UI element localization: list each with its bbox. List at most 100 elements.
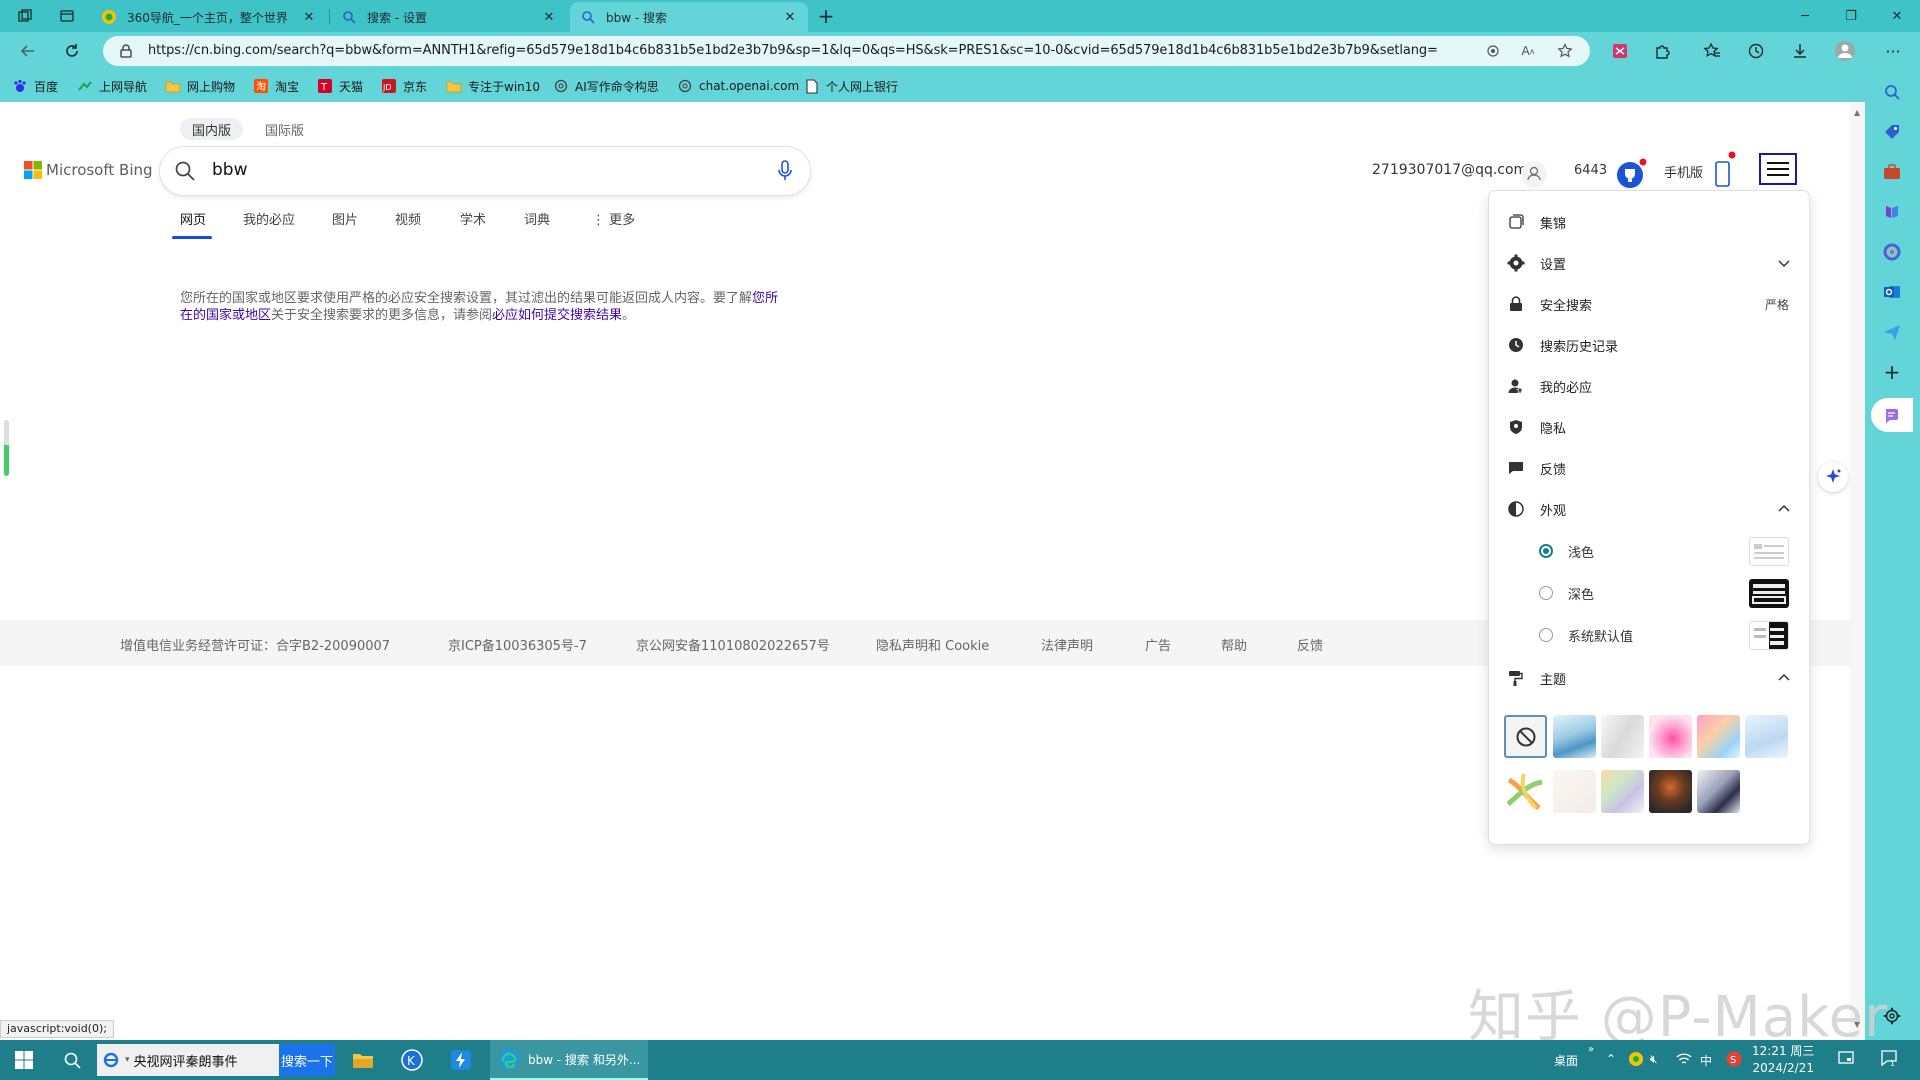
menu-item-my-bing[interactable]: 我的必应 (1489, 369, 1809, 403)
search-input[interactable]: bbw (212, 160, 248, 180)
kugou-icon[interactable]: K (392, 1044, 432, 1076)
close-icon[interactable]: ✕ (541, 9, 557, 25)
taskbar-search-text[interactable]: 央视网评秦朗事件 (134, 1051, 238, 1070)
toolbar-expand-icon[interactable]: » (1588, 1044, 1594, 1055)
notification-center-icon[interactable]: 1 (1880, 1049, 1898, 1067)
sidebar-games-icon[interactable] (1878, 198, 1906, 226)
fav-nav[interactable]: 上网导航 (77, 76, 147, 96)
theme-confetti[interactable] (1553, 770, 1596, 813)
copilot-sparkle-icon[interactable] (1818, 462, 1848, 492)
scope-more[interactable]: ⋮ 更多 (592, 209, 635, 228)
taskbar-edge-window[interactable]: bbw - 搜索 和另外... (490, 1040, 648, 1080)
theme-game-character[interactable] (1649, 770, 1692, 813)
menu-item-privacy[interactable]: 隐私 (1489, 410, 1809, 444)
tab-360-nav[interactable]: 360导航_一个主页，整个世界 ✕ (91, 2, 327, 32)
window-close-button[interactable]: ✕ (1874, 0, 1920, 32)
fav-ai-writing[interactable]: AI写作命令构思 (553, 76, 659, 96)
dropdown-caret-icon[interactable]: ▾ (125, 1055, 130, 1065)
desktop-toolbar-label[interactable]: 桌面 (1554, 1052, 1578, 1069)
appearance-option-light[interactable]: 浅色 (1489, 534, 1809, 568)
back-button[interactable] (13, 37, 43, 65)
ime-indicator[interactable]: 中 (1700, 1052, 1712, 1069)
fav-win10[interactable]: 专注于win10 (446, 76, 540, 96)
appearance-option-dark[interactable]: 深色 (1489, 576, 1809, 610)
menu-item-theme[interactable]: 主题 (1489, 661, 1809, 695)
url-text[interactable]: https://cn.bing.com/search?q=bbw&form=AN… (148, 43, 1438, 58)
rewards-trophy-icon[interactable] (1614, 157, 1648, 191)
scope-my-bing[interactable]: 我的必应 (243, 209, 295, 228)
extensions-puzzle-icon[interactable] (1648, 37, 1678, 65)
footer-legal[interactable]: 法律声明 (1041, 635, 1093, 654)
file-explorer-icon[interactable] (343, 1044, 383, 1076)
tab-search-settings[interactable]: 搜索 - 设置 ✕ (331, 2, 567, 32)
profile-avatar-icon[interactable] (1830, 37, 1860, 65)
fav-shopping[interactable]: 网上购物 (165, 76, 235, 96)
menu-item-feedback[interactable]: 反馈 (1489, 451, 1809, 485)
page-scrollbar[interactable]: ▲ ▼ (1850, 102, 1865, 1040)
search-box[interactable]: bbw (160, 147, 810, 195)
menu-item-search-history[interactable]: 搜索历史记录 (1489, 328, 1809, 362)
fav-taobao[interactable]: 淘淘宝 (253, 76, 299, 96)
footer-privacy[interactable]: 隐私声明和 Cookie (876, 635, 989, 654)
search-icon[interactable] (174, 160, 196, 182)
radio-dark[interactable] (1539, 586, 1553, 600)
account-email[interactable]: 2719307017@qq.com (1372, 162, 1527, 178)
location-icon[interactable] (1482, 41, 1504, 61)
footer-feedback[interactable]: 反馈 (1297, 635, 1323, 654)
scope-academic[interactable]: 学术 (460, 209, 486, 228)
taskbar-search-input[interactable]: ▾ 央视网评秦朗事件 (97, 1044, 279, 1076)
tray-360-icon[interactable] (1628, 1051, 1644, 1067)
menu-item-safesearch[interactable]: 安全搜索 严格 (1489, 287, 1809, 321)
scroll-up-icon[interactable]: ▲ (1854, 108, 1860, 117)
sidebar-outlook-icon[interactable] (1878, 278, 1906, 306)
scope-videos[interactable]: 视频 (395, 209, 421, 228)
theme-waves[interactable] (1553, 715, 1596, 758)
chevron-down-icon[interactable] (1777, 256, 1791, 270)
history-icon[interactable] (1741, 37, 1771, 65)
sidebar-m365-icon[interactable] (1878, 238, 1906, 266)
more-options-icon[interactable]: ··· (1878, 37, 1908, 65)
minimize-button[interactable]: ─ (1782, 0, 1828, 32)
theme-prism[interactable] (1601, 770, 1644, 813)
sidebar-search-icon[interactable] (1878, 78, 1906, 106)
user-icon[interactable] (1520, 160, 1548, 188)
mobile-version-link[interactable]: 手机版 (1664, 162, 1703, 181)
sidebar-shopping-icon[interactable] (1878, 118, 1906, 146)
tab-actions-icon[interactable] (54, 4, 80, 28)
close-icon[interactable]: ✕ (782, 9, 798, 25)
sidebar-tools-icon[interactable] (1878, 158, 1906, 186)
close-icon[interactable]: ✕ (301, 9, 317, 25)
theme-pink[interactable] (1649, 715, 1692, 758)
footer-police-record[interactable]: 京公网安备11010802022657号 (636, 635, 830, 654)
tab-bbw-search[interactable]: bbw - 搜索 ✕ (570, 2, 808, 32)
sidebar-add-icon[interactable]: + (1878, 358, 1906, 386)
restore-button[interactable]: ❐ (1828, 0, 1874, 32)
fav-bank[interactable]: 个人网上银行 (804, 76, 898, 96)
region-international-tab[interactable]: 国际版 (253, 118, 316, 140)
microphone-icon[interactable] (777, 160, 793, 182)
sidebar-copilot-icon[interactable] (1871, 398, 1913, 432)
chevron-up-icon[interactable] (1777, 502, 1791, 516)
sidebar-send-icon[interactable] (1878, 318, 1906, 346)
hamburger-menu-button[interactable] (1759, 153, 1797, 185)
volume-muted-icon[interactable]: 🔇︎ (1650, 1052, 1658, 1067)
scope-images[interactable]: 图片 (332, 209, 358, 228)
theme-none[interactable] (1504, 715, 1547, 758)
footer-icp[interactable]: 京ICP备10036305号-7 (448, 635, 587, 654)
footer-ads[interactable]: 广告 (1145, 635, 1171, 654)
scope-web[interactable]: 网页 (180, 209, 206, 228)
menu-item-appearance[interactable]: 外观 (1489, 492, 1809, 526)
favorites-icon[interactable] (1697, 37, 1727, 65)
taskbar-search-button[interactable]: 搜索一下 (279, 1044, 335, 1076)
workspaces-icon[interactable] (12, 4, 38, 28)
downloads-icon[interactable] (1785, 37, 1815, 65)
tray-chevron-up-icon[interactable]: ⌃ (1606, 1052, 1616, 1066)
theme-sky[interactable] (1745, 715, 1788, 758)
chevron-up-icon[interactable] (1777, 671, 1791, 685)
lock-icon[interactable] (115, 41, 137, 61)
sogou-input-icon[interactable]: S (1726, 1051, 1742, 1067)
rewards-points[interactable]: 6443 (1574, 163, 1607, 178)
taskbar-search-icon[interactable] (52, 1044, 92, 1076)
how-bing-delivers-link[interactable]: 必应如何提交搜索结果 (492, 308, 622, 323)
add-favorite-icon[interactable] (1554, 41, 1576, 61)
